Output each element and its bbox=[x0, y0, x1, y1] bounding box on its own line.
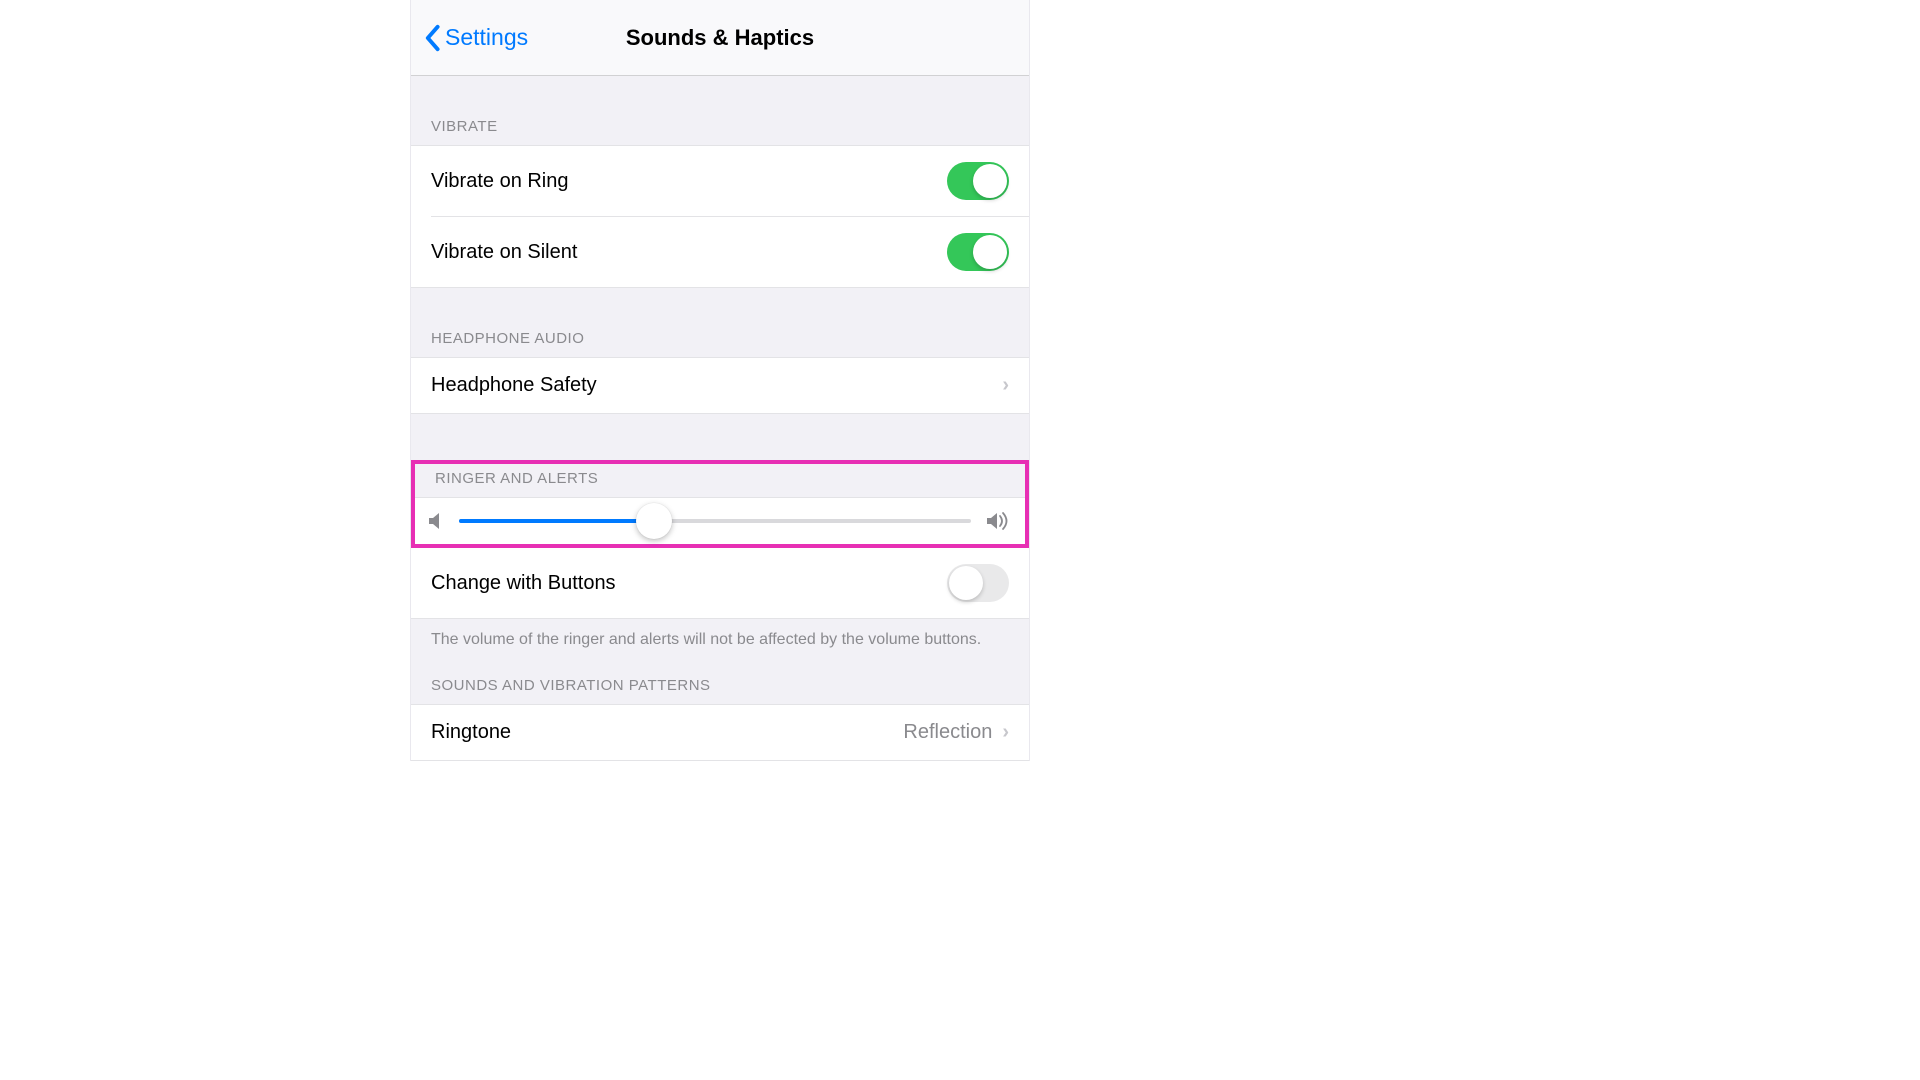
toggle-vibrate-on-ring[interactable] bbox=[947, 162, 1009, 200]
toggle-vibrate-on-silent[interactable] bbox=[947, 233, 1009, 271]
row-label: Change with Buttons bbox=[431, 572, 616, 595]
row-vibrate-on-silent[interactable]: Vibrate on Silent bbox=[411, 217, 1029, 287]
settings-screen: Settings Sounds & Haptics VIBRATE Vibrat… bbox=[410, 0, 1030, 761]
chevron-right-icon: › bbox=[1002, 721, 1009, 744]
row-label: Ringtone bbox=[431, 721, 511, 744]
chevron-right-icon: › bbox=[1002, 374, 1009, 397]
row-vibrate-on-ring[interactable]: Vibrate on Ring bbox=[411, 145, 1029, 216]
section-header-ringer: RINGER AND ALERTS bbox=[415, 464, 1025, 497]
section-footer-ringer: The volume of the ringer and alerts will… bbox=[411, 619, 1029, 651]
back-label: Settings bbox=[445, 24, 528, 51]
row-volume-slider[interactable] bbox=[415, 497, 1025, 544]
row-ringtone[interactable]: Ringtone Reflection › bbox=[411, 704, 1029, 761]
speaker-loud-icon bbox=[985, 510, 1013, 532]
navbar: Settings Sounds & Haptics bbox=[411, 0, 1029, 76]
highlighted-ringer-section: RINGER AND ALERTS bbox=[411, 460, 1029, 548]
volume-slider[interactable] bbox=[459, 519, 971, 523]
chevron-left-icon bbox=[423, 24, 441, 52]
row-change-with-buttons[interactable]: Change with Buttons bbox=[411, 548, 1029, 618]
speaker-mute-icon bbox=[427, 511, 445, 531]
section-header-vibrate: VIBRATE bbox=[411, 76, 1029, 145]
back-button[interactable]: Settings bbox=[423, 24, 528, 52]
row-label: Headphone Safety bbox=[431, 374, 597, 397]
row-headphone-safety[interactable]: Headphone Safety › bbox=[411, 357, 1029, 413]
row-label: Vibrate on Ring bbox=[431, 170, 569, 193]
section-header-headphone: HEADPHONE AUDIO bbox=[411, 288, 1029, 357]
section-header-patterns: SOUNDS AND VIBRATION PATTERNS bbox=[411, 651, 1029, 704]
row-label: Vibrate on Silent bbox=[431, 241, 577, 264]
toggle-change-with-buttons[interactable] bbox=[947, 564, 1009, 602]
row-value: Reflection bbox=[903, 721, 992, 744]
